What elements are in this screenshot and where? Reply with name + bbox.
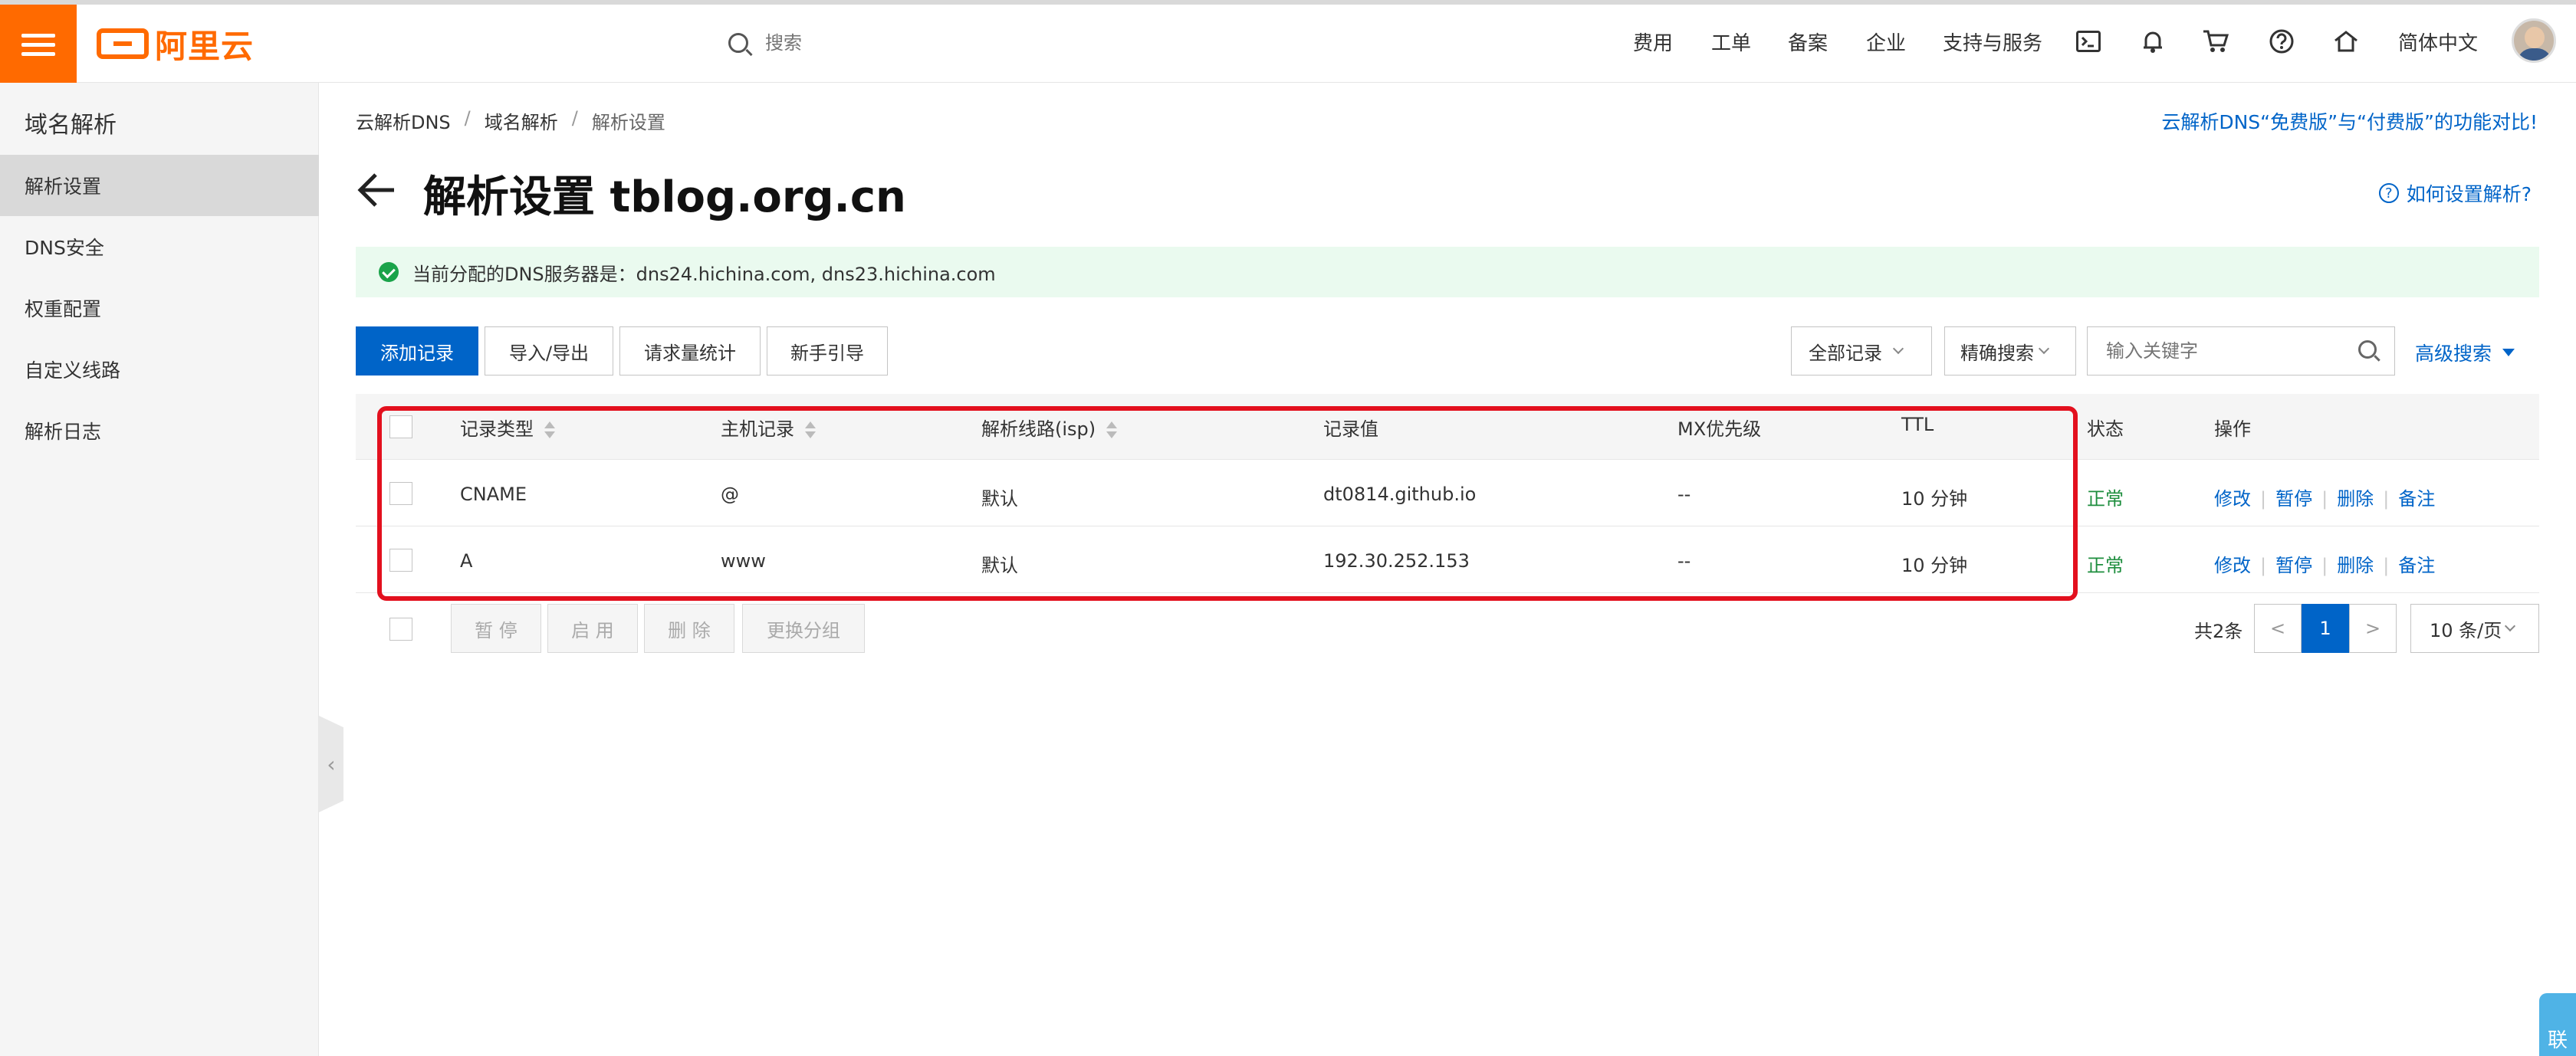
- next-page-button[interactable]: >: [2349, 604, 2397, 653]
- home-icon[interactable]: [2332, 28, 2360, 55]
- sidebar-title: 域名解析: [25, 112, 117, 139]
- highlight-annotation-box: [377, 406, 2078, 601]
- sidebar-item-weight-config[interactable]: 权重配置: [0, 277, 319, 339]
- search-icon: [728, 33, 748, 53]
- sidebar: 域名解析 解析设置 DNS安全 权重配置 自定义线路 解析日志: [0, 83, 319, 1056]
- delete-link[interactable]: 删除: [2337, 488, 2374, 510]
- record-filter-select[interactable]: 全部记录: [1791, 326, 1932, 376]
- howto-link[interactable]: ? 如何设置解析?: [2378, 179, 2532, 207]
- bulk-change-group-button[interactable]: 更换分组: [742, 604, 865, 653]
- nav-billing[interactable]: 费用: [1633, 28, 1673, 56]
- nav-support[interactable]: 支持与服务: [1943, 28, 2042, 56]
- howto-label: 如何设置解析?: [2406, 183, 2532, 205]
- page-size-select[interactable]: 10 条/页: [2410, 604, 2539, 653]
- prev-page-button[interactable]: <: [2254, 604, 2302, 653]
- logo-mark-icon: [97, 28, 149, 59]
- sidebar-collapse-icon[interactable]: ‹: [319, 716, 343, 812]
- breadcrumb-item-current: 解析设置: [591, 112, 665, 133]
- page-size-value: 10 条/页: [2430, 619, 2502, 641]
- search-icon[interactable]: [2358, 340, 2377, 359]
- advanced-search-toggle[interactable]: 高级搜索: [2415, 339, 2515, 366]
- question-icon: ?: [2378, 183, 2399, 203]
- pause-link[interactable]: 暂停: [2275, 555, 2312, 576]
- delete-link[interactable]: 删除: [2337, 555, 2374, 576]
- request-stats-button[interactable]: 请求量统计: [619, 326, 761, 376]
- edit-link[interactable]: 修改: [2214, 488, 2251, 510]
- page-title: 解析设置 tblog.org.cn: [423, 172, 906, 222]
- contact-widget[interactable]: 联: [2539, 993, 2576, 1056]
- add-record-button[interactable]: 添加记录: [356, 326, 478, 376]
- sidebar-item-dns-log[interactable]: 解析日志: [0, 400, 319, 461]
- bulk-pause-button[interactable]: 暂 停: [451, 604, 541, 653]
- cart-icon[interactable]: [2202, 28, 2229, 55]
- column-header-actions: 操作: [2214, 418, 2251, 440]
- breadcrumb-item-cloud-dns[interactable]: 云解析DNS: [356, 107, 451, 134]
- global-search[interactable]: [728, 28, 1070, 58]
- nav-icp[interactable]: 备案: [1788, 28, 1828, 56]
- compare-link[interactable]: 云解析DNS“免费版”与“付费版”的功能对比!: [2161, 107, 2538, 135]
- dns-server-notice: 当前分配的DNS服务器是：dns24.hichina.com, dns23.hi…: [356, 247, 2539, 297]
- chevron-down-icon: [2505, 620, 2516, 632]
- nav-enterprise[interactable]: 企业: [1866, 28, 1906, 56]
- record-actions: 修改 | 暂停 | 删除 | 备注: [2214, 555, 2436, 576]
- total-count: 共2条: [2194, 621, 2243, 642]
- aliyun-logo[interactable]: 阿里云: [97, 25, 254, 65]
- edit-link[interactable]: 修改: [2214, 555, 2251, 576]
- remark-link[interactable]: 备注: [2398, 555, 2435, 576]
- sidebar-item-custom-line[interactable]: 自定义线路: [0, 339, 319, 400]
- top-bar: [0, 0, 2576, 83]
- sidebar-item-dns-settings[interactable]: 解析设置: [0, 155, 319, 216]
- language-switch[interactable]: 简体中文: [2398, 28, 2478, 56]
- column-header-status: 状态: [2087, 418, 2124, 440]
- back-arrow-icon[interactable]: [356, 169, 399, 212]
- bell-icon[interactable]: [2139, 28, 2167, 55]
- keyword-search-input[interactable]: [2087, 326, 2395, 376]
- advanced-search-label: 高级搜索: [2415, 343, 2492, 365]
- guide-button[interactable]: 新手引导: [767, 326, 888, 376]
- breadcrumb-item-domain-resolve[interactable]: 域名解析: [485, 107, 558, 134]
- bulk-select-checkbox[interactable]: [389, 618, 412, 641]
- pause-link[interactable]: 暂停: [2275, 488, 2312, 510]
- help-icon[interactable]: [2268, 28, 2295, 55]
- bulk-enable-button[interactable]: 启 用: [547, 604, 638, 653]
- global-search-input[interactable]: [764, 31, 1070, 54]
- success-check-icon: [379, 262, 399, 282]
- page-1-button[interactable]: 1: [2302, 604, 2349, 653]
- exact-search-value: 精确搜索: [1960, 342, 2034, 364]
- record-status: 正常: [2087, 488, 2124, 510]
- hamburger-menu-icon[interactable]: [0, 5, 77, 83]
- breadcrumb-separator: /: [571, 107, 578, 129]
- exact-search-select[interactable]: 精确搜索: [1944, 326, 2076, 376]
- terminal-icon[interactable]: [2075, 28, 2102, 55]
- record-actions: 修改 | 暂停 | 删除 | 备注: [2214, 488, 2436, 510]
- notice-text: 当前分配的DNS服务器是：dns24.hichina.com, dns23.hi…: [412, 263, 996, 285]
- sidebar-item-dns-security[interactable]: DNS安全: [0, 216, 319, 277]
- bulk-delete-button[interactable]: 删 除: [644, 604, 734, 653]
- record-status: 正常: [2087, 555, 2124, 576]
- logo-text: 阿里云: [155, 27, 255, 65]
- breadcrumb-separator: /: [464, 107, 471, 129]
- breadcrumb: 云解析DNS / 域名解析 / 解析设置: [356, 107, 665, 134]
- chevron-down-icon: [2038, 343, 2050, 355]
- nav-tickets[interactable]: 工单: [1711, 28, 1751, 56]
- user-avatar[interactable]: [2512, 18, 2556, 63]
- import-export-button[interactable]: 导入/导出: [485, 326, 613, 376]
- remark-link[interactable]: 备注: [2398, 488, 2435, 510]
- record-filter-value: 全部记录: [1809, 342, 1882, 364]
- caret-down-icon: [2502, 349, 2515, 356]
- chevron-down-icon: [1892, 343, 1904, 355]
